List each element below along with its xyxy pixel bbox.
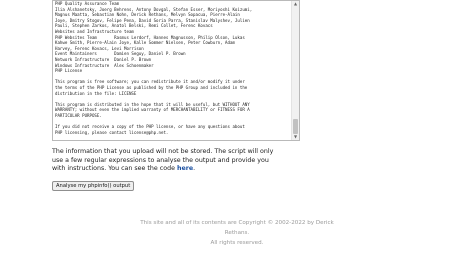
privacy-info-end: . bbox=[193, 165, 196, 173]
scroll-up-arrow-icon[interactable]: ▲ bbox=[292, 1, 299, 7]
rights-text: All rights reserved. bbox=[210, 240, 264, 246]
analyse-button[interactable]: Analyse my phpinfo() output bbox=[52, 181, 135, 191]
textarea-scrollbar[interactable]: ▲ ▼ bbox=[291, 1, 299, 140]
scroll-down-arrow-icon[interactable]: ▼ bbox=[292, 134, 299, 140]
phpinfo-form: PHP Quality Assurance Team Ilia Alshanet… bbox=[52, 0, 302, 141]
phpinfo-textarea-content[interactable]: PHP Quality Assurance Team Ilia Alshanet… bbox=[55, 1, 289, 135]
footer: This site and all of its contents are Co… bbox=[130, 218, 344, 248]
phpinfo-textarea[interactable]: PHP Quality Assurance Team Ilia Alshanet… bbox=[52, 0, 300, 141]
privacy-info: The information that you upload will not… bbox=[52, 148, 282, 174]
source-code-link[interactable]: here bbox=[177, 165, 193, 172]
copyright-text: This site and all of its contents are Co… bbox=[140, 220, 334, 236]
scrollbar-thumb[interactable] bbox=[293, 119, 298, 134]
privacy-info-text: The information that you upload will not… bbox=[52, 148, 274, 173]
